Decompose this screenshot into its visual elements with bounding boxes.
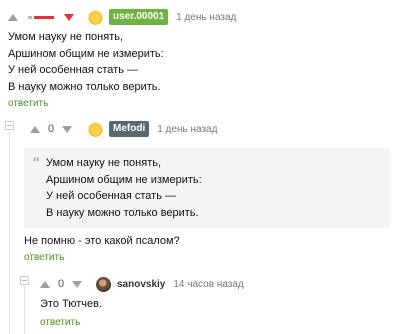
reply-link[interactable]: ответить [40, 317, 80, 328]
vote-widget: 0 [30, 121, 72, 137]
quote-line: В науку можно только верить. [46, 206, 199, 219]
reply-link[interactable]: ответить [8, 98, 48, 109]
username[interactable]: user.00001 [109, 9, 169, 25]
avatar[interactable] [96, 276, 111, 292]
quote-line: Аршином общим не измерить: [46, 173, 202, 186]
avatar[interactable] [88, 9, 103, 25]
thread-line [24, 286, 25, 334]
comment-2-header: 0 Mefodi 1 день назад [30, 119, 217, 139]
comment-1-text: Умом науку не понять, Аршином общим не и… [8, 29, 164, 95]
arrow-up-icon[interactable] [40, 280, 50, 288]
comment-line: Аршином общим не измерить: [8, 47, 164, 60]
vote-widget [8, 9, 74, 25]
score: 0 [47, 123, 55, 135]
rating-bar [28, 15, 54, 19]
comment-time: 14 часов назад [173, 278, 244, 290]
comment-line: Умом науку не понять, [8, 31, 124, 43]
comment-3-header: 0 sanovskiy 14 часов назад [40, 274, 244, 294]
quote-block: “ Умом науку не понять, Аршином общим не… [24, 148, 390, 228]
score: 0 [57, 278, 65, 290]
vote-widget: 0 [40, 276, 82, 292]
comment-2-text: Не помню - это какой псалом? [24, 235, 180, 247]
quote-icon: “ [32, 154, 41, 173]
quote-line: Умом науку не понять, [46, 157, 162, 169]
arrow-up-icon[interactable] [30, 125, 40, 133]
arrow-up-icon[interactable] [8, 13, 18, 21]
comment-time: 1 день назад [176, 11, 237, 23]
comment-line: У ней особенная стать — [8, 64, 138, 76]
username[interactable]: Mefodi [109, 121, 150, 137]
reply-link[interactable]: ответить [24, 252, 64, 263]
username[interactable]: sanovskiy [117, 279, 165, 290]
arrow-down-icon[interactable] [62, 125, 72, 133]
comment-time: 1 день назад [157, 123, 218, 135]
thread-line [9, 131, 10, 334]
comment-3-text: Это Тютчев. [40, 298, 103, 310]
avatar[interactable] [88, 121, 103, 137]
collapse-icon[interactable] [5, 121, 14, 130]
arrow-down-icon[interactable] [64, 13, 74, 21]
comment-1-header: user.00001 1 день назад [8, 7, 236, 27]
comment-line: В науку можно только верить. [8, 80, 161, 93]
collapse-icon[interactable] [20, 276, 29, 285]
quote-line: У ней особенная стать — [46, 190, 176, 202]
quote-text: Умом науку не понять, Аршином общим не и… [46, 155, 202, 221]
arrow-down-icon[interactable] [72, 280, 82, 288]
